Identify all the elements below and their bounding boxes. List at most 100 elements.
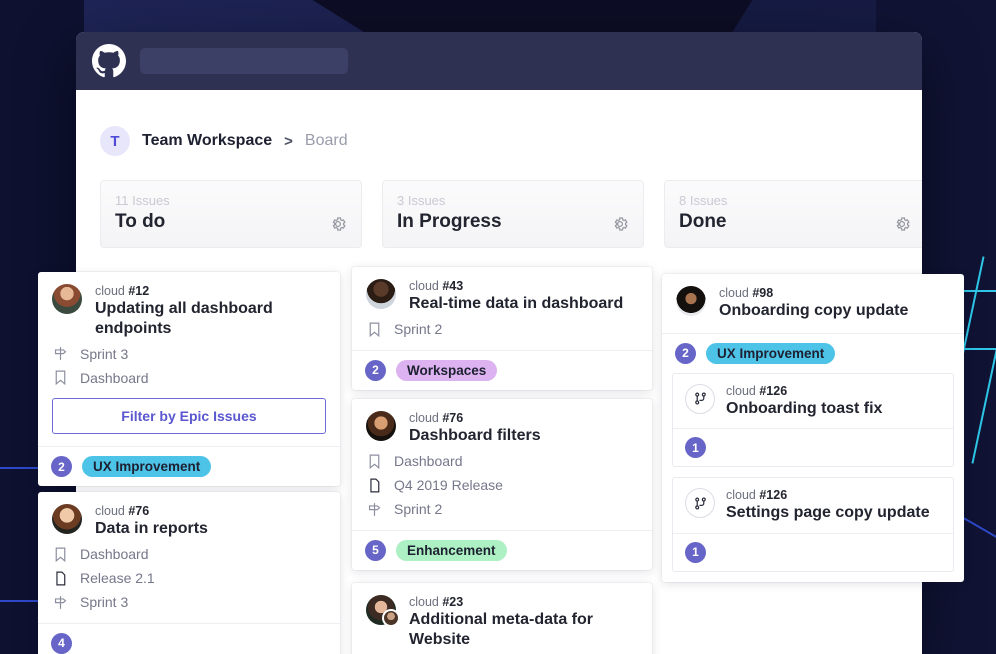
board-subcard-1[interactable]: cloud #126 Onboarding toast fix 1 [672, 372, 954, 468]
card-key-prefix: cloud [95, 284, 129, 298]
card-title: Onboarding copy update [719, 302, 909, 319]
decor-line-right-cyan-1 [960, 290, 996, 292]
card-meta-text: Sprint 2 [394, 321, 443, 338]
breadcrumb-separator-icon: > [284, 132, 293, 150]
card-count-badge: 5 [365, 539, 386, 561]
breadcrumb-current[interactable]: Board [305, 132, 348, 150]
board-card-inprogress-3[interactable]: cloud #23 Additional meta-data for Websi… [352, 583, 652, 654]
card-body: cloud #43 Real-time data in dashboard Sp… [352, 267, 652, 350]
avatar[interactable] [52, 284, 82, 314]
card-key: cloud #23 [409, 595, 638, 609]
file-icon [56, 571, 66, 585]
search-input[interactable] [140, 48, 348, 74]
card-key-prefix: cloud [95, 504, 129, 518]
card-count-badge: 1 [685, 437, 706, 459]
card-header: cloud #12 Updating all dashboard endpoin… [52, 284, 326, 338]
card-header: cloud #23 Additional meta-data for Websi… [366, 595, 638, 649]
card-header: cloud #98 Onboarding copy update [676, 286, 950, 321]
board-subcard-2[interactable]: cloud #126 Settings page copy update 1 [672, 477, 954, 572]
kanban-board: 11 Issues To do 3 Issues In Progress 8 I… [76, 156, 922, 248]
card-meta-text: Release 2.1 [80, 570, 155, 587]
bookmark-icon [55, 370, 66, 386]
bookmark-icon [369, 454, 380, 469]
column-issue-count: 11 Issues [115, 193, 170, 208]
card-key-number: #126 [759, 383, 788, 398]
card-key-number: #12 [128, 284, 150, 298]
gear-icon[interactable] [611, 215, 629, 233]
card-meta-text: Q4 2019 Release [394, 477, 503, 494]
card-key: cloud #126 [726, 384, 941, 398]
signpost-icon [54, 595, 67, 609]
avatar-group [52, 284, 84, 316]
breadcrumb-workspace[interactable]: Team Workspace [142, 132, 272, 150]
signpost-icon [54, 347, 67, 360]
card-key-number: #23 [442, 595, 464, 609]
column-header-inprogress: 3 Issues In Progress [382, 180, 644, 248]
card-count-badge: 1 [685, 541, 706, 563]
board-card-todo-2[interactable]: cloud #76 Data in reports Dashboard Rele… [38, 492, 340, 654]
avatar-secondary[interactable] [382, 609, 400, 627]
card-label-pill[interactable]: UX Improvement [706, 342, 836, 364]
board-column-done: 8 Issues Done [664, 180, 922, 248]
card-footer: 5 Enhancement [352, 529, 652, 570]
card-header: cloud #76 Data in reports [52, 504, 326, 539]
card-count-badge: 4 [51, 632, 72, 654]
card-label-pill[interactable]: UX Improvement [82, 456, 212, 478]
card-label-pill[interactable]: Enhancement [396, 539, 507, 561]
card-meta-row: Sprint 2 [366, 321, 638, 338]
avatar[interactable] [52, 504, 82, 534]
board-card-inprogress-1[interactable]: cloud #43 Real-time data in dashboard Sp… [352, 267, 652, 390]
card-label-pill[interactable]: Workspaces [396, 359, 498, 381]
github-topbar [76, 32, 922, 90]
card-body: cloud #126 Onboarding toast fix [673, 374, 953, 429]
card-key-number: #76 [128, 504, 150, 518]
board-card-done-1[interactable]: cloud #98 Onboarding copy update 2 UX Im… [662, 274, 964, 582]
card-body: cloud #23 Additional meta-data for Websi… [352, 583, 652, 654]
card-footer: 1 [673, 428, 953, 466]
card-count-badge: 2 [675, 342, 696, 364]
card-title: Real-time data in dashboard [409, 295, 624, 312]
file-icon [370, 478, 380, 492]
filter-by-epic-issues-button[interactable]: Filter by Epic Issues [52, 398, 326, 435]
card-body: cloud #12 Updating all dashboard endpoin… [38, 272, 340, 446]
avatar-group [366, 279, 398, 311]
card-key-prefix: cloud [409, 279, 443, 293]
column-issue-count: 3 Issues [397, 193, 446, 208]
card-footer: 2 UX Improvement [38, 446, 340, 486]
card-body: cloud #76 Dashboard filters Dashboard Q4… [352, 399, 652, 530]
card-body: cloud #98 Onboarding copy update [662, 274, 964, 333]
github-logo-icon[interactable] [92, 44, 126, 78]
avatar[interactable] [676, 286, 706, 316]
card-meta-text: Sprint 3 [80, 594, 129, 611]
card-footer: 2 Workspaces [352, 349, 652, 390]
column-issue-count: 8 Issues [679, 193, 728, 208]
gear-icon[interactable] [893, 215, 911, 233]
card-meta-row: Sprint 3 [52, 345, 326, 362]
card-count-badge: 2 [51, 456, 72, 478]
column-title: In Progress [397, 211, 502, 232]
card-key-number: #43 [442, 279, 464, 293]
card-title: Onboarding toast fix [726, 399, 883, 417]
card-title: Additional meta-data for Website [409, 611, 594, 648]
avatar-group [366, 411, 398, 443]
avatar[interactable] [366, 279, 396, 309]
card-title: Data in reports [95, 520, 208, 537]
avatar-group [52, 504, 84, 536]
column-header-todo: 11 Issues To do [100, 180, 362, 248]
bookmark-icon [55, 547, 66, 562]
card-meta-row: Dashboard [52, 546, 326, 563]
board-card-todo-1[interactable]: cloud #12 Updating all dashboard endpoin… [38, 272, 340, 487]
card-title: Updating all dashboard endpoints [95, 300, 273, 337]
card-key-prefix: cloud [726, 383, 760, 398]
board-card-inprogress-2[interactable]: cloud #76 Dashboard filters Dashboard Q4… [352, 399, 652, 570]
card-header: cloud #43 Real-time data in dashboard [366, 279, 638, 314]
card-key: cloud #98 [719, 286, 950, 300]
avatar[interactable] [366, 411, 396, 441]
gear-icon[interactable] [329, 215, 347, 233]
card-key: cloud #43 [409, 279, 638, 293]
git-branch-icon [685, 383, 715, 414]
card-meta-text: Sprint 3 [80, 345, 129, 362]
card-key: cloud #76 [95, 504, 326, 518]
card-footer: 4 [38, 622, 340, 654]
card-meta-text: Dashboard [394, 453, 463, 470]
